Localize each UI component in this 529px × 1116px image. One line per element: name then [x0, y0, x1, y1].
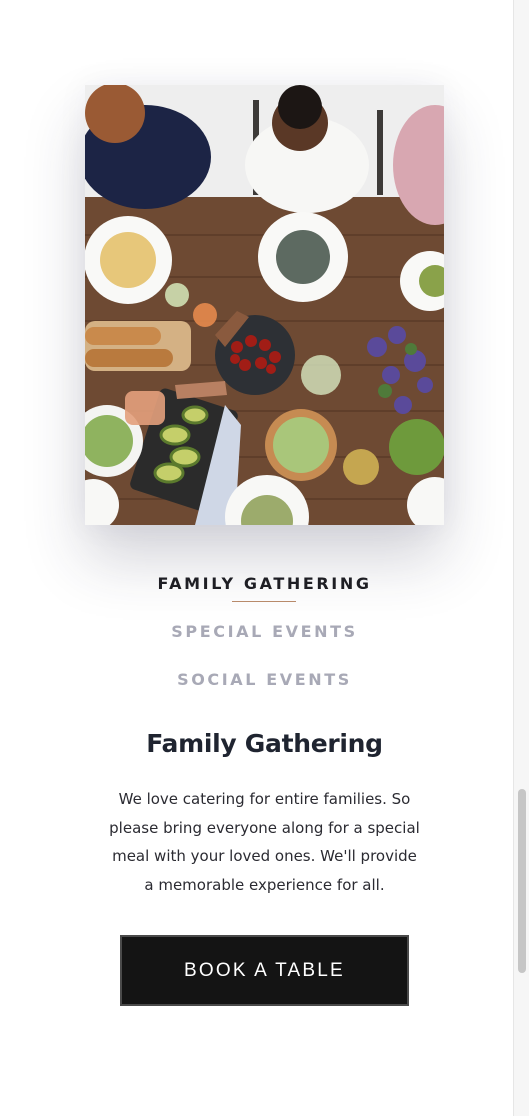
tab-special-events[interactable]: SPECIAL EVENTS [0, 622, 529, 641]
page-viewport: FAMILY GATHERING SPECIAL EVENTS SOCIAL E… [0, 0, 529, 1116]
book-a-table-button[interactable]: BOOK A TABLE [120, 935, 409, 1006]
scrollbar-track[interactable] [513, 0, 529, 1116]
section-description: We love catering for entire families. So… [109, 790, 420, 895]
tab-family-gathering[interactable]: FAMILY GATHERING [0, 574, 529, 593]
family-gathering-photo [85, 85, 444, 525]
section-title: Family Gathering [146, 729, 383, 758]
dinner-table-illustration [85, 85, 444, 525]
scrollbar-thumb[interactable] [518, 789, 526, 973]
tab-social-events[interactable]: SOCIAL EVENTS [0, 670, 529, 689]
active-tab-underline [232, 601, 296, 602]
